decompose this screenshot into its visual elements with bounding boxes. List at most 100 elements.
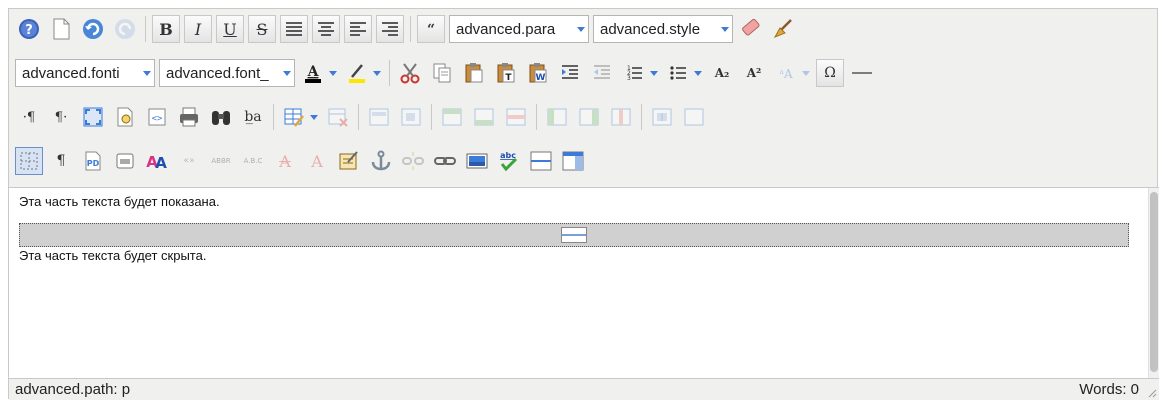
new-document-icon[interactable] <box>47 15 75 43</box>
superscript-button[interactable]: A² <box>740 59 768 87</box>
image-icon[interactable] <box>463 147 491 175</box>
ins-button[interactable]: A <box>303 147 331 175</box>
chevron-down-icon[interactable] <box>648 59 660 87</box>
justify-full-icon[interactable] <box>280 15 308 43</box>
separator <box>358 104 359 130</box>
forecolor-split-button[interactable]: A <box>299 59 339 87</box>
scrollbar[interactable] <box>1148 188 1159 378</box>
resize-grip-icon[interactable] <box>1147 388 1157 398</box>
paragraph-visible[interactable]: Эта часть текста будет показана. <box>19 194 220 209</box>
delete-col-icon[interactable] <box>607 103 635 131</box>
visual-aid-icon[interactable] <box>15 147 43 175</box>
fullscreen-icon[interactable] <box>79 103 107 131</box>
undo-icon[interactable] <box>79 15 107 43</box>
insert-row-before-icon[interactable] <box>438 103 466 131</box>
scrollbar-thumb[interactable] <box>1150 192 1158 372</box>
cleanup-broom-icon[interactable] <box>769 15 797 43</box>
insert-layer-button[interactable]: b̲a <box>239 103 267 131</box>
status-bar: advanced.path: p Words: 0 <box>9 379 1159 400</box>
table-split-button[interactable] <box>280 103 320 131</box>
help-icon[interactable]: ? <box>15 15 43 43</box>
style-select[interactable]: advanced.style <box>593 15 733 43</box>
unlink-icon[interactable] <box>399 147 427 175</box>
print-icon[interactable] <box>175 103 203 131</box>
paste-text-icon[interactable]: T <box>492 59 520 87</box>
visual-chars-button[interactable]: ¶ <box>47 147 75 175</box>
text-size-icon[interactable]: ᵃA <box>772 59 800 87</box>
highlight-color-icon[interactable] <box>343 59 371 87</box>
strikethrough-button[interactable]: S <box>248 15 276 43</box>
redo-icon[interactable] <box>111 15 139 43</box>
bullet-list-icon[interactable] <box>664 59 692 87</box>
layer-icon[interactable] <box>559 147 587 175</box>
separator <box>389 60 390 86</box>
font-size-select[interactable]: advanced.font_ <box>159 59 295 87</box>
separator <box>641 104 642 130</box>
link-icon[interactable] <box>431 147 459 175</box>
page-break-marker[interactable] <box>19 223 1129 247</box>
chevron-down-icon[interactable] <box>371 59 383 87</box>
paragraph-hidden[interactable]: Эта часть текста будет скрыта. <box>19 248 206 263</box>
chevron-down-icon[interactable] <box>327 59 339 87</box>
search-binoculars-icon[interactable] <box>207 103 235 131</box>
template-icon[interactable]: PD <box>79 147 107 175</box>
cut-icon[interactable] <box>396 59 424 87</box>
insert-date-icon[interactable] <box>111 147 139 175</box>
font-family-select-value: advanced.fonti <box>22 64 120 82</box>
paste-word-icon[interactable]: W <box>524 59 552 87</box>
font-size-color-split-button[interactable]: ᵃA <box>772 59 812 87</box>
table-icon[interactable] <box>280 103 308 131</box>
cell-props-icon[interactable] <box>397 103 425 131</box>
paste-icon[interactable] <box>460 59 488 87</box>
insert-col-before-icon[interactable] <box>543 103 571 131</box>
numbered-list-icon[interactable]: 123 <box>620 59 648 87</box>
chevron-down-icon[interactable] <box>692 59 704 87</box>
ltr-button[interactable]: ·¶ <box>15 103 43 131</box>
delete-table-icon[interactable] <box>324 103 352 131</box>
separator <box>536 104 537 130</box>
underline-button[interactable]: U <box>216 15 244 43</box>
rtl-button[interactable]: ¶· <box>47 103 75 131</box>
text-color-icon[interactable]: A <box>299 59 327 87</box>
svg-text:PD: PD <box>87 159 100 168</box>
editor-content[interactable]: Эта часть текста будет показана. Эта час… <box>9 187 1159 379</box>
cite-button[interactable]: «» <box>175 147 203 175</box>
horizontal-rule-icon[interactable] <box>848 59 876 87</box>
eraser-icon[interactable] <box>737 15 765 43</box>
merge-cells-icon[interactable] <box>680 103 708 131</box>
bold-button[interactable]: B <box>152 15 180 43</box>
insert-col-after-icon[interactable] <box>575 103 603 131</box>
row-props-icon[interactable] <box>365 103 393 131</box>
anchor-icon[interactable] <box>367 147 395 175</box>
chevron-down-icon[interactable] <box>800 59 812 87</box>
attributes-icon[interactable] <box>335 147 363 175</box>
acronym-button[interactable]: A.B.C <box>239 147 267 175</box>
special-char-button[interactable]: Ω <box>816 59 844 87</box>
backcolor-split-button[interactable] <box>343 59 383 87</box>
abbr-button[interactable]: ABBR <box>207 147 235 175</box>
split-cells-icon[interactable] <box>648 103 676 131</box>
indent-icon[interactable] <box>556 59 584 87</box>
del-button[interactable]: A <box>271 147 299 175</box>
blockquote-icon[interactable]: “ <box>417 15 445 43</box>
outdent-icon[interactable] <box>588 59 616 87</box>
font-family-select[interactable]: advanced.fonti <box>15 59 155 87</box>
delete-row-icon[interactable] <box>502 103 530 131</box>
align-left-icon[interactable] <box>344 15 372 43</box>
spellcheck-icon[interactable]: abc <box>495 147 523 175</box>
insert-row-after-icon[interactable] <box>470 103 498 131</box>
style-props-icon[interactable]: AA <box>143 147 171 175</box>
page-break-icon[interactable] <box>527 147 555 175</box>
toolbar-row-1: ? B I U S “ advanced.para advanced.style <box>15 11 801 47</box>
italic-button[interactable]: I <box>184 15 212 43</box>
align-right-icon[interactable] <box>376 15 404 43</box>
copy-icon[interactable] <box>428 59 456 87</box>
numbered-list-split-button[interactable]: 123 <box>620 59 660 87</box>
preview-icon[interactable] <box>111 103 139 131</box>
format-select[interactable]: advanced.para <box>449 15 589 43</box>
code-view-icon[interactable]: <> <box>143 103 171 131</box>
chevron-down-icon[interactable] <box>308 103 320 131</box>
bullet-list-split-button[interactable] <box>664 59 704 87</box>
subscript-button[interactable]: A₂ <box>708 59 736 87</box>
align-center-icon[interactable] <box>312 15 340 43</box>
